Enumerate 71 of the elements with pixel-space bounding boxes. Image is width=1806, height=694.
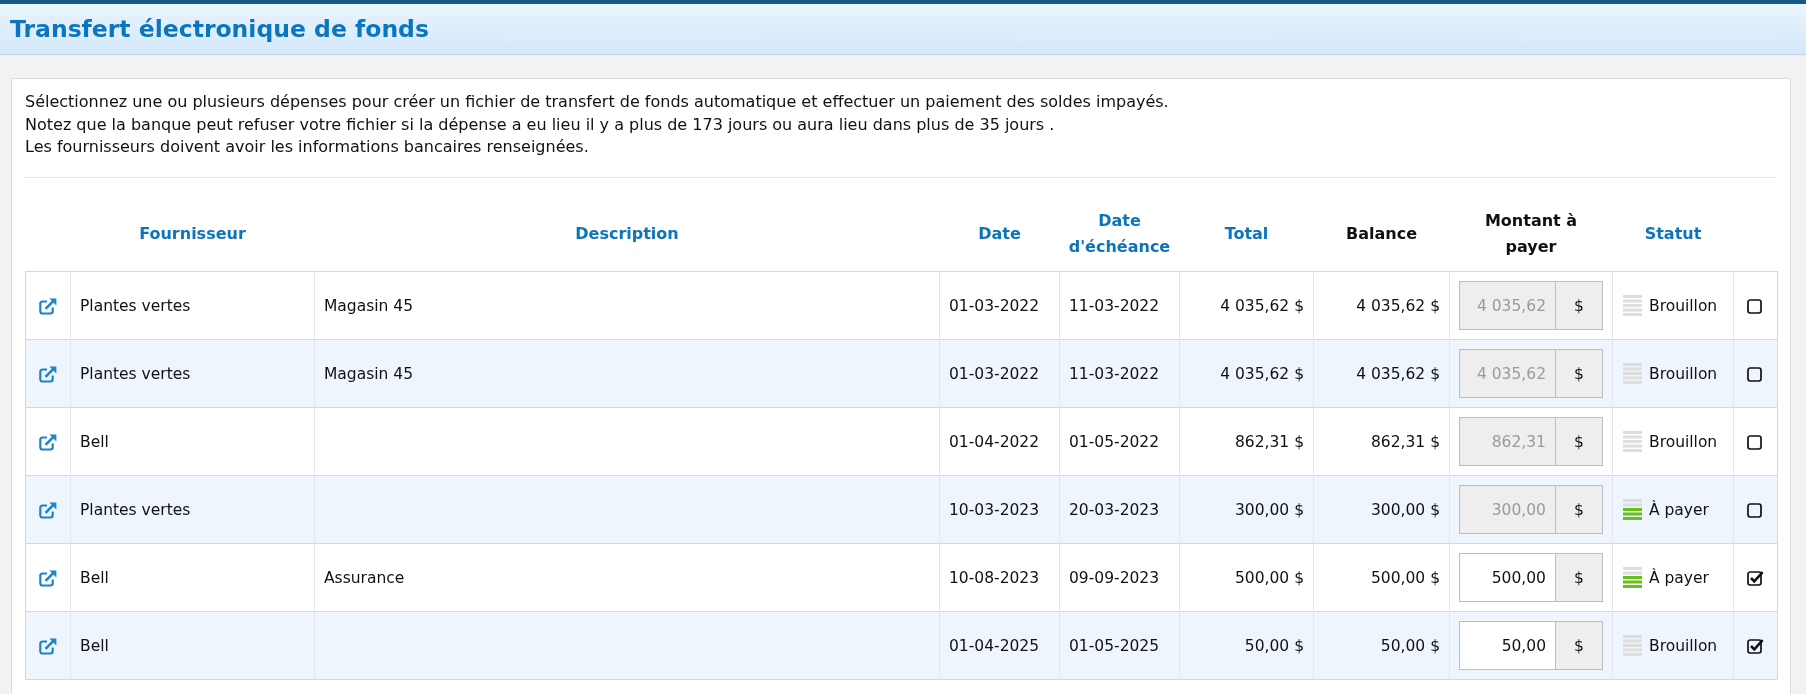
supplier-cell: Bell: [80, 568, 109, 587]
balance-cell: 500,00 $: [1370, 568, 1440, 587]
supplier-cell: Plantes vertes: [80, 296, 191, 315]
status-label: À payer: [1649, 500, 1709, 519]
due-date-cell: 01-05-2022: [1069, 432, 1160, 451]
column-header[interactable]: Fournisseur: [139, 220, 246, 247]
description-cell: Assurance: [324, 568, 405, 587]
status-label: Brouillon: [1649, 636, 1718, 655]
balance-cell: 300,00 $: [1370, 500, 1440, 519]
currency-addon: $: [1555, 621, 1603, 670]
external-link-icon[interactable]: [39, 637, 57, 655]
currency-addon: $: [1555, 485, 1603, 534]
intro-text: Sélectionnez une ou plusieurs dépenses pour créer un fichier de transfert de fonds automatique et effectuer un paiement des soldes impayés.: [25, 91, 1170, 113]
currency-addon: $: [1555, 349, 1603, 398]
checkbox[interactable]: [1747, 502, 1764, 518]
due-date-cell: 11-03-2022: [1069, 296, 1160, 315]
column-header: Balance: [1346, 222, 1417, 245]
description-cell: Magasin 45: [324, 364, 414, 383]
balance-cell: 862,31 $: [1370, 432, 1440, 451]
external-link-icon[interactable]: [39, 433, 57, 451]
page-title: Transfert électronique de fonds: [10, 15, 429, 43]
supplier-cell: Plantes vertes: [80, 364, 191, 383]
currency-addon: $: [1555, 281, 1603, 330]
intro-text: Les fournisseurs doivent avoir les informations bancaires renseignées.: [25, 136, 590, 158]
checkbox[interactable]: [1747, 434, 1764, 450]
amount-input[interactable]: 500,00: [1459, 553, 1555, 602]
external-link-icon[interactable]: [39, 569, 57, 587]
date-cell: 10-08-2023: [949, 568, 1040, 587]
date-cell: 01-04-2022: [949, 432, 1040, 451]
total-cell: 862,31 $: [1234, 432, 1304, 451]
balance-cell: 4 035,62 $: [1356, 296, 1440, 315]
total-cell: 50,00 $: [1244, 636, 1304, 655]
checkbox[interactable]: [1747, 366, 1764, 382]
supplier-cell: Plantes vertes: [80, 500, 191, 519]
supplier-cell: Bell: [80, 636, 109, 655]
total-cell: 4 035,62 $: [1220, 364, 1304, 383]
total-cell: 300,00 $: [1234, 500, 1304, 519]
date-cell: 01-03-2022: [949, 364, 1040, 383]
date-cell: 01-03-2022: [949, 296, 1040, 315]
external-link-icon[interactable]: [39, 365, 57, 383]
due-date-cell: 20-03-2023: [1069, 500, 1160, 519]
date-cell: 01-04-2025: [949, 636, 1040, 655]
column-header: Montant à payer: [1483, 209, 1579, 258]
status-label: Brouillon: [1649, 432, 1718, 451]
status-label: Brouillon: [1649, 296, 1718, 315]
column-header[interactable]: Total: [1224, 220, 1269, 247]
total-cell: 4 035,62 $: [1220, 296, 1304, 315]
currency-addon: $: [1555, 553, 1603, 602]
column-header[interactable]: Date: [978, 220, 1021, 247]
description-cell: Magasin 45: [324, 296, 414, 315]
column-header[interactable]: Description: [575, 220, 679, 247]
checkbox[interactable]: [1747, 570, 1764, 586]
due-date-cell: 09-09-2023: [1069, 568, 1160, 587]
supplier-cell: Bell: [80, 432, 109, 451]
checkbox[interactable]: [1747, 298, 1764, 314]
total-cell: 500,00 $: [1234, 568, 1304, 587]
status-label: À payer: [1649, 568, 1709, 587]
checkbox[interactable]: [1747, 638, 1764, 654]
amount-input[interactable]: 50,00: [1459, 621, 1555, 670]
due-date-cell: 11-03-2022: [1069, 364, 1160, 383]
balance-cell: 4 035,62 $: [1356, 364, 1440, 383]
column-header[interactable]: Statut: [1644, 220, 1702, 247]
date-cell: 10-03-2023: [949, 500, 1040, 519]
intro-text: Notez que la banque peut refuser votre fichier si la dépense a eu lieu il y a plus de 173 jours ou aura lieu dans plus de 35 jours .: [25, 113, 1056, 136]
column-header[interactable]: Date d'échéance: [1065, 207, 1174, 260]
status-label: Brouillon: [1649, 364, 1718, 383]
currency-addon: $: [1555, 417, 1603, 466]
external-link-icon[interactable]: [39, 297, 57, 315]
external-link-icon[interactable]: [39, 501, 57, 519]
balance-cell: 50,00 $: [1380, 636, 1440, 655]
due-date-cell: 01-05-2025: [1069, 636, 1160, 655]
